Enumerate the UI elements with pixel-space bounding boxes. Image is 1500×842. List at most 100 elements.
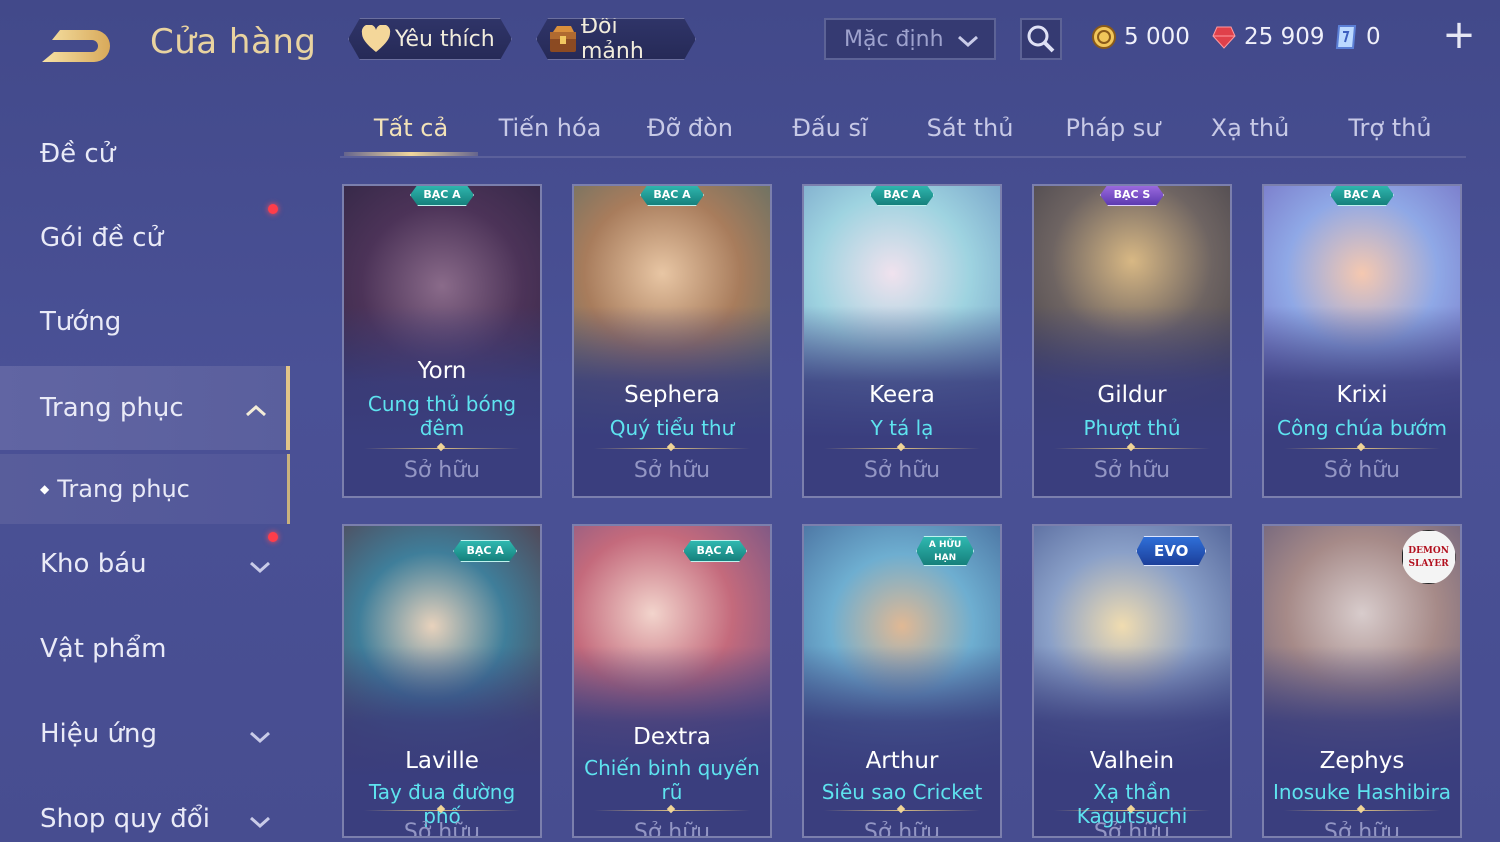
voucher-currency: 0 — [1332, 20, 1381, 54]
sidebar-item-label: Trang phục — [40, 393, 184, 423]
sidebar-item-label: Đề cử — [40, 139, 116, 169]
gold-amount: 5 000 — [1124, 24, 1190, 50]
add-currency-button[interactable]: + — [1440, 15, 1478, 56]
card-divider — [824, 448, 980, 449]
owned-status: Sở hữu — [633, 458, 711, 483]
chevron-down-icon — [248, 807, 272, 837]
owned-status: Sở hữu — [403, 820, 481, 838]
bullet-icon: ◆ — [40, 482, 50, 496]
rarity-badge: A HỮU HẠN — [916, 536, 974, 566]
notification-dot — [268, 204, 278, 214]
sidebar-item-label: Trang phục — [57, 475, 190, 503]
owned-status: Sở hữu — [1093, 820, 1171, 838]
skin-name: Inosuke Hashibira — [1272, 780, 1452, 804]
skin-card[interactable]: A HỮU HẠN Arthur Siêu sao Cricket Sở hữu — [802, 524, 1002, 838]
gold-currency: 5 000 — [1090, 20, 1190, 54]
search-icon — [1027, 25, 1055, 53]
skin-card[interactable]: EVO Valhein Xạ thần Kagutsuchi Sở hữu — [1032, 524, 1232, 838]
gold-coin-icon — [1090, 23, 1118, 51]
sidebar-item-skins[interactable]: Trang phục — [0, 366, 290, 450]
chevron-down-icon — [248, 552, 272, 582]
skin-card[interactable]: DEMON SLAYER Zephys Inosuke Hashibira Sở… — [1262, 524, 1462, 838]
owned-status: Sở hữu — [1093, 458, 1171, 483]
sidebar-item-heroes[interactable]: Tướng — [0, 280, 290, 364]
tab-evolution[interactable]: Tiến hóa — [486, 114, 614, 154]
owned-status: Sở hữu — [1323, 820, 1401, 838]
sidebar-item-recommended[interactable]: Đề cử — [0, 112, 290, 196]
tab-fighter[interactable]: Đấu sĩ — [766, 114, 894, 154]
owned-status: Sở hữu — [863, 820, 941, 838]
skin-name: Y tá lạ — [870, 416, 934, 440]
skin-name: Siêu sao Cricket — [821, 780, 983, 804]
tab-support[interactable]: Trợ thủ — [1326, 114, 1454, 154]
skin-name: Quý tiểu thư — [609, 416, 735, 440]
card-divider — [824, 810, 980, 811]
card-divider — [364, 448, 520, 449]
skin-grid: BẠC A Yorn Cung thủ bóng đêm Sở hữu BẠC … — [342, 184, 1466, 842]
rarity-badge: BẠC A — [410, 184, 474, 206]
top-bar: Cửa hàng Yêu thích Đổi mảnh Mặc định 5 0… — [0, 0, 1500, 80]
rarity-badge: BẠC S — [1100, 184, 1164, 206]
tab-tank[interactable]: Đỡ đòn — [626, 114, 754, 154]
card-divider — [594, 810, 750, 811]
sidebar-item-label: Kho báu — [40, 549, 147, 579]
sidebar-item-treasure[interactable]: Kho báu — [0, 522, 290, 606]
skin-card[interactable]: BẠC A Laville Tay đua đường phố Sở hữu — [342, 524, 542, 838]
skin-name: Cung thủ bóng đêm — [367, 392, 517, 440]
hero-name: Gildur — [1097, 382, 1167, 408]
treasure-chest-icon — [547, 22, 579, 56]
tab-assassin[interactable]: Sát thủ — [906, 114, 1034, 154]
sidebar-item-items[interactable]: Vật phẩm — [0, 607, 290, 691]
tab-mage[interactable]: Pháp sư — [1046, 114, 1180, 154]
rarity-badge: BẠC A — [683, 540, 747, 562]
hero-name: Laville — [405, 748, 479, 774]
tab-marksman[interactable]: Xạ thủ — [1186, 114, 1314, 154]
sort-value: Mặc định — [844, 26, 944, 52]
skin-card[interactable]: BẠC A Keera Y tá lạ Sở hữu — [802, 184, 1002, 498]
hero-name: Valhein — [1089, 748, 1175, 774]
hero-name: Arthur — [865, 748, 939, 774]
card-divider — [594, 448, 750, 449]
sidebar-item-effects[interactable]: Hiệu ứng — [0, 692, 290, 776]
skin-card[interactable]: BẠC A Krixi Công chúa bướm Sở hữu — [1262, 184, 1462, 498]
page-title: Cửa hàng — [150, 22, 317, 62]
hero-name: Dextra — [633, 724, 711, 750]
shard-label: Đổi mảnh — [581, 14, 644, 64]
rarity-badge: BẠC A — [870, 184, 934, 206]
sidebar-item-label: Shop quy đổi — [40, 804, 210, 834]
ruby-currency: 25 909 — [1210, 20, 1324, 54]
skin-name: Phượt thủ — [1083, 416, 1181, 440]
notification-dot — [268, 532, 278, 542]
sidebar-item-label: Tướng — [40, 307, 122, 337]
heart-icon — [359, 22, 393, 56]
skin-card[interactable]: BẠC A Sephera Quý tiểu thư Sở hữu — [572, 184, 772, 498]
skin-card[interactable]: BẠC A Yorn Cung thủ bóng đêm Sở hữu — [342, 184, 542, 498]
favorite-button[interactable]: Yêu thích — [348, 18, 512, 60]
tab-all[interactable]: Tất cả — [344, 114, 478, 154]
rarity-badge: BẠC A — [640, 184, 704, 206]
skin-card[interactable]: BẠC A Dextra Chiến binh quyến rũ Sở hữu — [572, 524, 772, 838]
hero-name: Zephys — [1319, 748, 1405, 774]
card-divider — [364, 810, 520, 811]
sidebar-subitem-skins[interactable]: ◆ Trang phục — [0, 454, 290, 524]
sidebar-item-exchange-shop[interactable]: Shop quy đổi — [0, 777, 290, 842]
shard-exchange-button[interactable]: Đổi mảnh — [536, 18, 696, 60]
hero-name: Sephera — [624, 382, 720, 408]
voucher-icon — [1332, 23, 1360, 51]
chevron-up-icon — [244, 396, 268, 426]
sidebar-item-label: Hiệu ứng — [40, 719, 157, 749]
sidebar-item-recommended-packs[interactable]: Gói đề cử — [0, 196, 290, 280]
search-button[interactable] — [1020, 18, 1062, 60]
owned-status: Sở hữu — [633, 820, 711, 838]
sidebar-item-label: Gói đề cử — [40, 223, 164, 253]
plus-icon: + — [1442, 12, 1476, 58]
back-button[interactable] — [38, 24, 118, 66]
collab-logo: DEMON SLAYER — [1401, 530, 1456, 584]
skin-card[interactable]: BẠC S Gildur Phượt thủ Sở hữu — [1032, 184, 1232, 498]
rarity-badge: BẠC A — [453, 540, 517, 562]
card-divider — [1284, 448, 1440, 449]
owned-status: Sở hữu — [863, 458, 941, 483]
sort-dropdown[interactable]: Mặc định — [824, 18, 996, 60]
card-divider — [1284, 810, 1440, 811]
card-divider — [1054, 448, 1210, 449]
